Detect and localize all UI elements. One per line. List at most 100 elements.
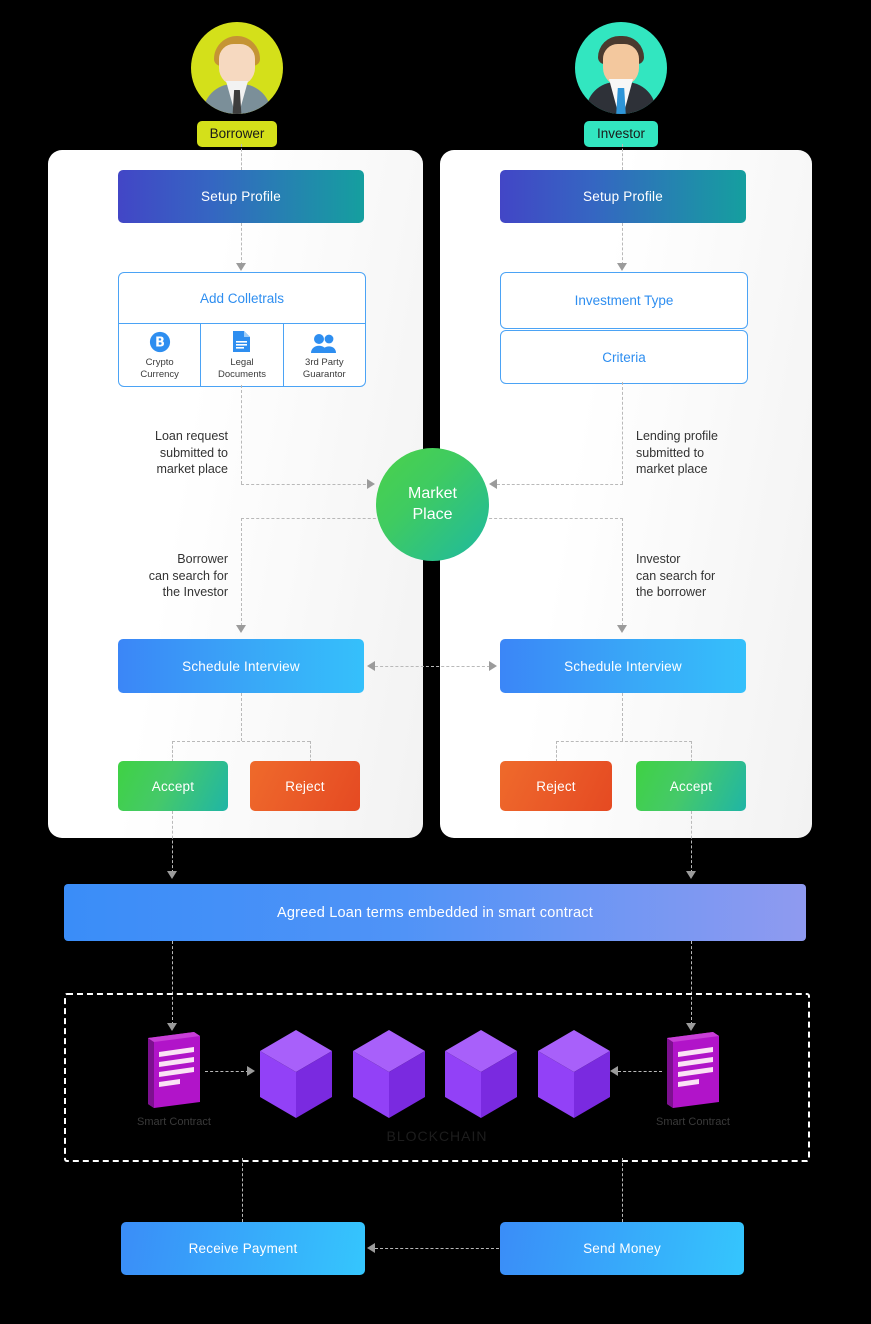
borrower-schedule-interview-label: Schedule Interview <box>182 658 300 674</box>
collateral-guarantor-line2: Guarantor <box>302 368 346 380</box>
blockchain-label: BLOCKCHAIN <box>386 1128 488 1144</box>
blockchain-block <box>349 1028 429 1125</box>
diagram-canvas: Borrower Investor Setup Profile Setup Pr… <box>0 0 871 1324</box>
criteria-label: Criteria <box>602 349 646 365</box>
connector-investor-to-profile <box>622 144 623 170</box>
blockchain-left-smart-contract <box>144 1030 204 1117</box>
blockchain-right-smart-contract <box>663 1030 723 1117</box>
svg-text:B: B <box>155 336 165 351</box>
investment-type-label: Investment Type <box>574 293 674 308</box>
connector-market-to-borrower-search <box>241 518 391 519</box>
connector-borrower-profile-to-collaterals <box>241 223 242 265</box>
investor-reject-button[interactable]: Reject <box>500 761 612 811</box>
connector-borrower-interview-down <box>241 693 242 741</box>
collateral-crypto-line2: Currency <box>140 368 179 380</box>
investor-setup-profile-box[interactable]: Setup Profile <box>500 170 746 223</box>
collateral-crypto-line1: Crypto <box>145 357 174 369</box>
connector-investor-accept-to-contract <box>691 811 692 873</box>
connector-borrower-decision-bar <box>172 741 310 742</box>
connector-send-to-receive <box>375 1248 499 1249</box>
borrower-reject-label: Reject <box>285 778 325 794</box>
note-line: can search for <box>636 568 716 583</box>
connector-interviews <box>375 666 490 667</box>
note-investor-search: Investor can search for the borrower <box>636 551 816 601</box>
arrow-down-icon <box>236 263 246 271</box>
arrow-right-icon <box>489 661 497 671</box>
document-icon <box>232 331 251 353</box>
collateral-third-party-guarantor[interactable]: 3rd Party Guarantor <box>282 324 365 387</box>
investor-accept-button[interactable]: Accept <box>636 761 746 811</box>
investor-accept-label: Accept <box>669 778 713 794</box>
blockchain-block <box>256 1028 336 1125</box>
arrow-left-icon <box>489 479 497 489</box>
smart-contract-bar-label: Agreed Loan terms embedded in smart cont… <box>277 904 593 921</box>
collateral-crypto-currency[interactable]: B Crypto Currency <box>119 324 200 387</box>
note-line: Lending profile <box>636 429 719 443</box>
blockchain-block <box>534 1028 614 1125</box>
borrower-role-label: Borrower <box>196 121 278 148</box>
connector-left-contract-to-block <box>205 1071 249 1072</box>
arrow-left-icon <box>367 661 375 671</box>
arrow-down-icon <box>617 625 627 633</box>
borrower-panel <box>48 150 423 838</box>
note-line: Loan request <box>155 429 228 443</box>
investor-panel <box>440 150 812 838</box>
borrower-actor: Borrower <box>147 22 327 148</box>
connector-investor-search-down <box>622 518 623 626</box>
connector-borrower-search-down <box>241 518 242 626</box>
connector-borrower-reject <box>310 741 311 762</box>
borrower-setup-profile-label: Setup Profile <box>201 189 281 204</box>
criteria-box[interactable]: Criteria <box>500 330 748 384</box>
connector-borrower-accept-to-contract <box>172 811 173 873</box>
borrower-accept-button[interactable]: Accept <box>118 761 228 811</box>
investor-role-label: Investor <box>583 121 659 148</box>
people-icon <box>311 331 337 354</box>
note-line: can search for <box>148 568 228 583</box>
note-line: the borrower <box>636 585 707 600</box>
borrower-setup-profile-box[interactable]: Setup Profile <box>118 170 364 223</box>
borrower-reject-button[interactable]: Reject <box>250 761 360 811</box>
investment-type-box[interactable]: Investment Type <box>500 272 748 329</box>
investor-reject-label: Reject <box>536 778 576 794</box>
connector-collaterals-down <box>241 385 242 484</box>
note-line: submitted to <box>159 445 228 460</box>
market-place-node[interactable]: Market Place <box>376 448 489 561</box>
connector-criteria-down <box>622 382 623 484</box>
blockchain-block <box>441 1028 521 1125</box>
left-smart-contract-caption: Smart Contract <box>137 1116 211 1128</box>
smart-contract-bar[interactable]: Agreed Loan terms embedded in smart cont… <box>64 884 806 941</box>
investor-schedule-interview-box[interactable]: Schedule Interview <box>500 639 746 693</box>
receive-payment-button[interactable]: Receive Payment <box>121 1222 365 1275</box>
connector-investor-reject <box>556 741 557 762</box>
note-line: submitted to <box>636 445 705 460</box>
connector-investor-accept <box>691 741 692 762</box>
arrow-down-icon <box>167 871 177 879</box>
collateral-legal-line2: Documents <box>217 368 267 380</box>
connector-right-contract-to-block <box>618 1071 662 1072</box>
send-money-button[interactable]: Send Money <box>500 1222 744 1275</box>
connector-blockchain-to-send <box>622 1158 623 1222</box>
arrow-right-icon <box>247 1066 255 1076</box>
note-lending-profile: Lending profile submitted to market plac… <box>636 428 816 478</box>
investor-schedule-interview-label: Schedule Interview <box>564 658 682 674</box>
add-collaterals-box[interactable]: Add Colletrals B Crypto Currency Legal D… <box>118 272 366 387</box>
borrower-schedule-interview-box[interactable]: Schedule Interview <box>118 639 364 693</box>
note-line: market place <box>636 462 708 477</box>
arrow-down-icon <box>236 625 246 633</box>
collateral-legal-documents[interactable]: Legal Documents <box>200 324 282 387</box>
investor-avatar-icon <box>575 22 667 114</box>
receive-payment-label: Receive Payment <box>188 1241 298 1256</box>
note-loan-request: Loan request submitted to market place <box>62 428 228 478</box>
arrow-right-icon <box>367 479 375 489</box>
note-line: Borrower <box>177 552 228 566</box>
add-collaterals-title: Add Colletrals <box>119 273 365 324</box>
connector-investor-decision-bar <box>556 741 692 742</box>
note-line: Investor <box>636 552 681 566</box>
collateral-guarantor-line1: 3rd Party <box>305 357 344 369</box>
connector-investor-interview-down <box>622 693 623 741</box>
connector-investor-profile-to-type <box>622 223 623 265</box>
note-line: market place <box>156 462 228 477</box>
collateral-legal-line1: Legal <box>230 357 254 369</box>
connector-investor-to-market <box>497 484 623 485</box>
note-line: the Investor <box>162 585 228 600</box>
